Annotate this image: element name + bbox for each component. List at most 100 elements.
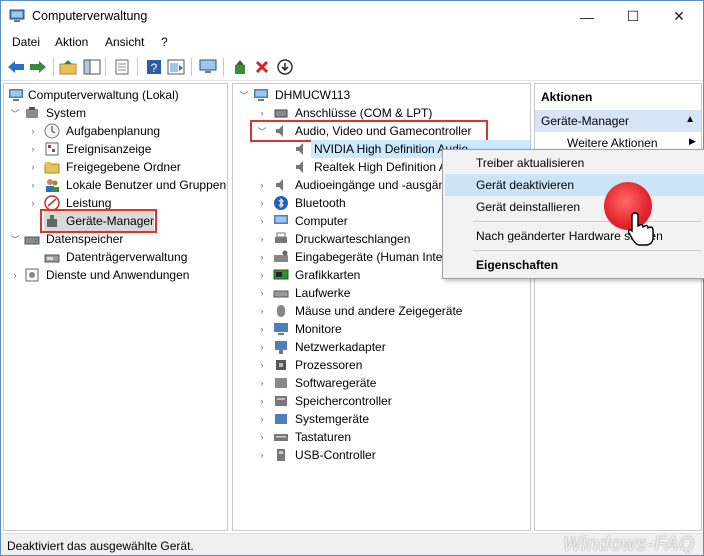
device-category-laufwerke[interactable]: › Laufwerke: [233, 284, 530, 302]
chevron-right-icon[interactable]: ›: [257, 446, 267, 464]
chevron-down-icon[interactable]: ﹀: [239, 86, 249, 104]
hid-icon: [274, 250, 288, 262]
maximize-button[interactable]: ☐: [610, 1, 656, 32]
chevron-right-icon[interactable]: ›: [257, 212, 267, 230]
tree-item-aufgabenplanung[interactable]: › Aufgabenplanung: [4, 122, 227, 140]
menu-ansicht[interactable]: Ansicht: [105, 35, 144, 49]
device-category-tastaturen[interactable]: › Tastaturen: [233, 428, 530, 446]
toolbar: ?: [1, 53, 703, 81]
services-icon: [25, 268, 39, 282]
port-icon: [274, 109, 288, 118]
actions-more-link[interactable]: Weitere Aktionen: [567, 136, 658, 150]
show-hide-tree-icon[interactable]: [83, 58, 101, 76]
chevron-right-icon[interactable]: ›: [257, 374, 267, 392]
chevron-right-icon[interactable]: ›: [257, 428, 267, 446]
chevron-right-icon[interactable]: ›: [257, 356, 267, 374]
device-category-prozessoren[interactable]: › Prozessoren: [233, 356, 530, 374]
device-category-softwaregeraete[interactable]: › Softwaregeräte: [233, 374, 530, 392]
chevron-right-icon[interactable]: ›: [257, 248, 267, 266]
computer-management-icon: [9, 89, 23, 101]
close-button[interactable]: ✕: [656, 1, 702, 32]
device-category-speichercontroller[interactable]: › Speichercontroller: [233, 392, 530, 410]
ctx-hardware-suchen[interactable]: Nach geänderter Hardware suchen: [445, 225, 704, 247]
menu-aktion[interactable]: Aktion: [55, 35, 88, 49]
chevron-right-icon[interactable]: ›: [28, 194, 38, 212]
tree-item-datentraegerverwaltung[interactable]: Datenträgerverwaltung: [4, 248, 227, 266]
users-icon: [46, 179, 59, 192]
keyboard-icon: [274, 434, 288, 441]
device-category-monitore[interactable]: › Monitore: [233, 320, 530, 338]
chevron-right-icon[interactable]: ›: [257, 230, 267, 248]
ctx-geraet-deinstallieren[interactable]: Gerät deinstallieren: [445, 196, 704, 218]
collapse-up-icon[interactable]: ▲: [685, 114, 695, 125]
drive-icon: [273, 290, 289, 298]
menu-datei[interactable]: Datei: [12, 35, 40, 49]
clock-icon: [44, 123, 60, 139]
chevron-right-icon[interactable]: ›: [28, 140, 38, 158]
speaker-icon: [296, 161, 303, 173]
chevron-down-icon[interactable]: ﹀: [10, 104, 20, 122]
window: Computerverwaltung — ☐ ✕ Datei Aktion An…: [0, 0, 704, 556]
device-category-usb[interactable]: › USB-Controller: [233, 446, 530, 464]
chevron-right-icon[interactable]: ›: [28, 158, 38, 176]
tree-item-ereignisanzeige[interactable]: › Ereignisanzeige: [4, 140, 227, 158]
ctx-eigenschaften[interactable]: Eigenschaften: [445, 254, 704, 276]
device-category-netzwerkadapter[interactable]: › Netzwerkadapter: [233, 338, 530, 356]
chevron-right-icon[interactable]: ›: [257, 338, 267, 356]
tree-datenspeicher[interactable]: ﹀ Datenspeicher: [4, 230, 227, 248]
storage-controller-icon: [275, 396, 287, 406]
chevron-right-icon[interactable]: ›: [28, 122, 38, 140]
back-arrow-icon[interactable]: [7, 58, 25, 76]
up-folder-icon[interactable]: [59, 58, 77, 76]
speaker-icon: [296, 143, 303, 155]
bluetooth-icon: [274, 196, 288, 210]
chevron-right-icon[interactable]: ›: [257, 410, 267, 428]
chevron-right-icon[interactable]: ›: [257, 392, 267, 410]
update-driver-icon[interactable]: [231, 58, 249, 76]
uninstall-x-icon[interactable]: [253, 58, 271, 76]
svg-text:?: ?: [151, 61, 158, 75]
chevron-down-icon[interactable]: ﹀: [10, 230, 20, 248]
menu-help[interactable]: ?: [161, 35, 168, 49]
submenu-arrow-icon: ▶: [689, 136, 696, 146]
chevron-right-icon[interactable]: ›: [257, 302, 267, 320]
tree-item-lokale-benutzer[interactable]: › Lokale Benutzer und Gruppen: [4, 176, 227, 194]
chevron-right-icon[interactable]: ›: [257, 284, 267, 302]
ctx-treiber-aktualisieren[interactable]: Treiber aktualisieren: [445, 152, 704, 174]
chevron-right-icon[interactable]: ›: [257, 194, 267, 212]
usb-icon: [277, 449, 285, 461]
tree-item-freigegebene-ordner[interactable]: › Freigegebene Ordner: [4, 158, 227, 176]
title-bar: Computerverwaltung — ☐ ✕: [1, 1, 703, 32]
printer-icon: [275, 232, 287, 243]
chevron-right-icon[interactable]: ›: [10, 266, 20, 284]
tree-dienste[interactable]: › Dienste und Anwendungen: [4, 266, 227, 284]
system-tools-icon: [26, 107, 38, 118]
chevron-right-icon[interactable]: ›: [257, 266, 267, 284]
ctx-geraet-deaktivieren[interactable]: Gerät deaktivieren: [445, 174, 704, 196]
system-device-icon: [275, 414, 287, 424]
storage-icon: [24, 236, 40, 245]
actions-section-geraete-manager[interactable]: Geräte-Manager ▲: [535, 110, 701, 132]
chevron-right-icon[interactable]: ›: [257, 320, 267, 338]
minimize-button[interactable]: —: [564, 1, 610, 32]
chevron-right-icon[interactable]: ›: [28, 176, 38, 194]
tree-system[interactable]: ﹀ System: [4, 104, 227, 122]
monitor-icon[interactable]: [199, 58, 217, 76]
device-tree-computer[interactable]: ﹀ DHMUCW113: [233, 86, 530, 104]
forward-arrow-icon[interactable]: [29, 58, 47, 76]
status-text: Deaktiviert das ausgewählte Gerät.: [7, 539, 194, 553]
tree-root[interactable]: Computerverwaltung (Lokal): [4, 86, 227, 104]
console-tree: Computerverwaltung (Lokal) ﹀ System › Au…: [3, 83, 228, 531]
context-menu: Treiber aktualisieren Gerät deaktivieren…: [442, 149, 704, 279]
disable-device-icon[interactable]: [276, 58, 294, 76]
mouse-icon: [277, 305, 285, 317]
help-icon[interactable]: ?: [145, 58, 163, 76]
shared-folder-icon: [44, 162, 60, 174]
menu-bar: Datei Aktion Ansicht ?: [1, 32, 703, 52]
computer-icon: [274, 215, 288, 224]
action-pane-icon[interactable]: [167, 58, 185, 76]
device-category-systemgeraete[interactable]: › Systemgeräte: [233, 410, 530, 428]
chevron-right-icon[interactable]: ›: [257, 176, 267, 194]
device-category-maeuse[interactable]: › Mäuse und andere Zeigegeräte: [233, 302, 530, 320]
properties-icon[interactable]: [113, 58, 131, 76]
